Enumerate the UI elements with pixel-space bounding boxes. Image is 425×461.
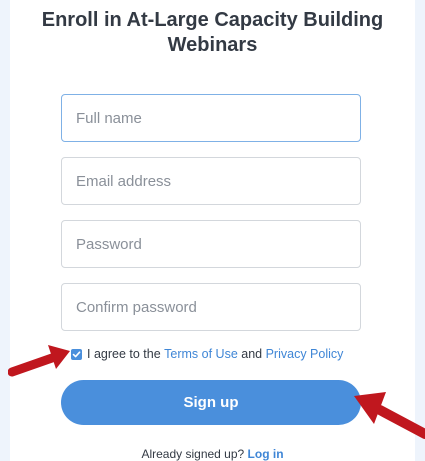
checkbox-pointer-arrow (8, 345, 70, 377)
confirm-password-field[interactable] (61, 283, 361, 331)
agree-row: I agree to the Terms of Use and Privacy … (71, 346, 343, 362)
login-link[interactable]: Log in (248, 447, 284, 461)
page-title: Enroll in At-Large Capacity Building Web… (41, 9, 384, 56)
login-row: Already signed up? Log in (0, 447, 425, 461)
email-field[interactable] (61, 157, 361, 205)
signup-button[interactable]: Sign up (61, 380, 361, 425)
privacy-policy-link[interactable]: Privacy Policy (266, 347, 344, 361)
signup-pointer-arrow (354, 392, 425, 439)
page-edge-left (0, 0, 10, 461)
full-name-field[interactable] (61, 94, 361, 142)
agree-text-middle: and (237, 347, 266, 361)
agree-checkbox[interactable] (71, 348, 82, 360)
terms-of-use-link[interactable]: Terms of Use (164, 347, 238, 361)
agree-text-before: I agree to the (87, 347, 165, 361)
checkmark-icon (72, 350, 81, 357)
password-field[interactable] (61, 220, 361, 268)
login-prompt: Already signed up? (141, 447, 248, 461)
